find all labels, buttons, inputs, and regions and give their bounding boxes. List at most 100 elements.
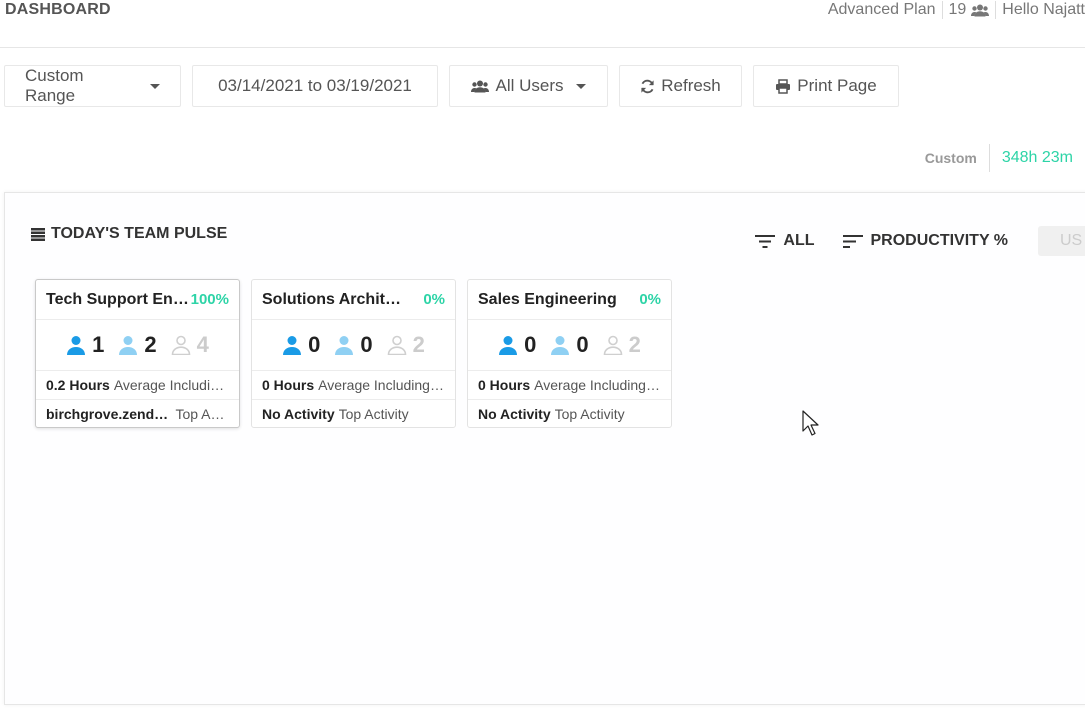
- average-hours: 0 Hours: [478, 377, 531, 393]
- top-activity-desc: Top Activity: [338, 406, 409, 422]
- team-cards: Tech Support Engineering 100% 1 2 4 0.2: [35, 279, 672, 428]
- print-label: Print Page: [797, 76, 877, 95]
- date-range-text: 03/14/2021 to 03/19/2021: [218, 76, 412, 95]
- sort-icon: [842, 234, 863, 248]
- top-activity-row: birchgrove.zendesk.com Top Activity: [36, 399, 239, 428]
- us-toggle-button[interactable]: US: [1038, 226, 1085, 256]
- offline-user-icon: [171, 335, 190, 355]
- card-header: Sales Engineering 0%: [468, 280, 671, 320]
- user-status-counts: 0 0 2: [252, 320, 455, 371]
- caret-down-icon: [150, 83, 160, 89]
- active-users: 0: [498, 332, 536, 358]
- average-hours: 0 Hours: [262, 377, 315, 393]
- print-button[interactable]: Print Page: [753, 65, 899, 107]
- card-header: Tech Support Engineering 100%: [36, 280, 239, 320]
- average-hours-row: 0.2 Hours Average Including Idle Time: [36, 371, 239, 399]
- plan-label[interactable]: Advanced Plan: [822, 1, 942, 19]
- average-hours-desc: Average Including Idle Time: [113, 377, 229, 393]
- idle-users: 2: [118, 332, 157, 358]
- team-card[interactable]: Solutions Architecture 0% 0 0 2 0 Hours: [251, 279, 456, 428]
- active-users-count: 1: [92, 332, 105, 357]
- date-range-picker[interactable]: 03/14/2021 to 03/19/2021: [192, 65, 438, 107]
- offline-users-count: 2: [628, 332, 641, 357]
- range-dropdown-label: Custom Range: [25, 66, 84, 105]
- refresh-button[interactable]: Refresh: [619, 65, 742, 107]
- top-activity: No Activity: [478, 406, 551, 422]
- idle-users-count: 2: [144, 332, 157, 357]
- card-header: Solutions Architecture 0%: [252, 280, 455, 320]
- idle-user-icon: [335, 336, 354, 355]
- productivity-pct: 0%: [639, 291, 661, 308]
- sort-productivity-label: PRODUCTIVITY %: [870, 232, 1009, 249]
- team-pulse-panel: TODAY'S TEAM PULSE ALL PRODUCTIVITY % US…: [4, 192, 1085, 705]
- offline-users-count: 4: [196, 332, 209, 357]
- productivity-pct: 100%: [190, 291, 229, 308]
- active-users-count: 0: [308, 332, 321, 357]
- active-user-icon: [283, 336, 302, 355]
- time-summary: Custom 348h 23m: [925, 143, 1073, 173]
- panel-title-text: TODAY'S TEAM PULSE: [51, 225, 228, 242]
- user-count-value: 19: [948, 1, 967, 18]
- users-dropdown[interactable]: All Users: [449, 65, 608, 107]
- top-activity: birchgrove.zendesk.com: [46, 406, 171, 422]
- user-status-counts: 0 0 2: [468, 320, 671, 371]
- us-label: US: [1060, 232, 1083, 249]
- panel-tools: ALL PRODUCTIVITY % US: [727, 226, 1085, 256]
- average-hours-row: 0 Hours Average Including Idle Time: [252, 371, 455, 399]
- caret-down-icon: [575, 83, 586, 89]
- sort-productivity-button[interactable]: PRODUCTIVITY %: [842, 232, 1009, 250]
- user-status-counts: 1 2 4: [36, 320, 239, 371]
- top-activity-desc: Top Activity: [175, 406, 229, 422]
- idle-users: 0: [334, 332, 373, 358]
- offline-user-icon: [387, 335, 406, 355]
- user-count[interactable]: 19: [941, 1, 996, 19]
- offline-users: 2: [603, 332, 641, 358]
- users-icon: [471, 80, 490, 92]
- top-activity-row: No Activity Top Activity: [252, 399, 455, 428]
- team-card[interactable]: Sales Engineering 0% 0 0 2 0 Hours Avera…: [467, 279, 672, 428]
- average-hours: 0.2 Hours: [46, 377, 110, 393]
- average-hours-desc: Average Including Idle Time: [318, 377, 445, 393]
- panel-title: TODAY'S TEAM PULSE: [31, 225, 227, 243]
- top-right-info: Advanced Plan 19 Hello Najatt: [822, 0, 1085, 20]
- offline-users: 2: [387, 332, 425, 358]
- refresh-icon: [641, 79, 654, 93]
- idle-users-count: 0: [576, 332, 589, 357]
- summary-value: 348h 23m: [988, 144, 1073, 172]
- active-users: 1: [66, 332, 104, 358]
- greeting[interactable]: Hello Najatt: [995, 1, 1085, 19]
- offline-users-count: 2: [412, 332, 425, 357]
- team-card[interactable]: Tech Support Engineering 100% 1 2 4 0.2: [35, 279, 240, 428]
- team-name: Sales Engineering: [478, 290, 617, 308]
- mouse-cursor-icon: [802, 410, 819, 436]
- active-user-icon: [67, 336, 86, 355]
- range-dropdown[interactable]: Custom Range: [4, 65, 181, 107]
- top-activity-desc: Top Activity: [554, 406, 625, 422]
- refresh-label: Refresh: [661, 76, 721, 95]
- top-bar: DASHBOARD Advanced Plan 19 Hello Najatt: [0, 0, 1085, 48]
- team-name: Solutions Architecture: [262, 290, 407, 308]
- idle-user-icon: [119, 336, 138, 355]
- list-icon: [31, 227, 45, 241]
- filter-all-button[interactable]: ALL: [755, 232, 815, 250]
- top-activity-row: No Activity Top Activity: [468, 399, 671, 428]
- print-icon: [776, 78, 791, 94]
- average-hours-row: 0 Hours Average Including Idle Time: [468, 371, 671, 399]
- page-title: DASHBOARD: [5, 1, 111, 18]
- idle-users: 0: [550, 332, 589, 358]
- users-dropdown-label: All Users: [495, 76, 564, 95]
- productivity-pct: 0%: [423, 291, 445, 308]
- filter-icon: [755, 234, 776, 248]
- summary-label: Custom: [924, 150, 977, 166]
- offline-user-icon: [603, 335, 622, 355]
- active-users: 0: [282, 332, 320, 358]
- team-name: Tech Support Engineering: [46, 290, 191, 308]
- average-hours-desc: Average Including Idle Time: [534, 377, 661, 393]
- users-icon: [971, 4, 990, 16]
- active-user-icon: [499, 336, 518, 355]
- offline-users: 4: [171, 332, 209, 358]
- active-users-count: 0: [524, 332, 537, 357]
- filter-bar: Custom Range 03/14/2021 to 03/19/2021 Al…: [4, 65, 899, 107]
- idle-user-icon: [551, 336, 570, 355]
- top-activity: No Activity: [262, 406, 335, 422]
